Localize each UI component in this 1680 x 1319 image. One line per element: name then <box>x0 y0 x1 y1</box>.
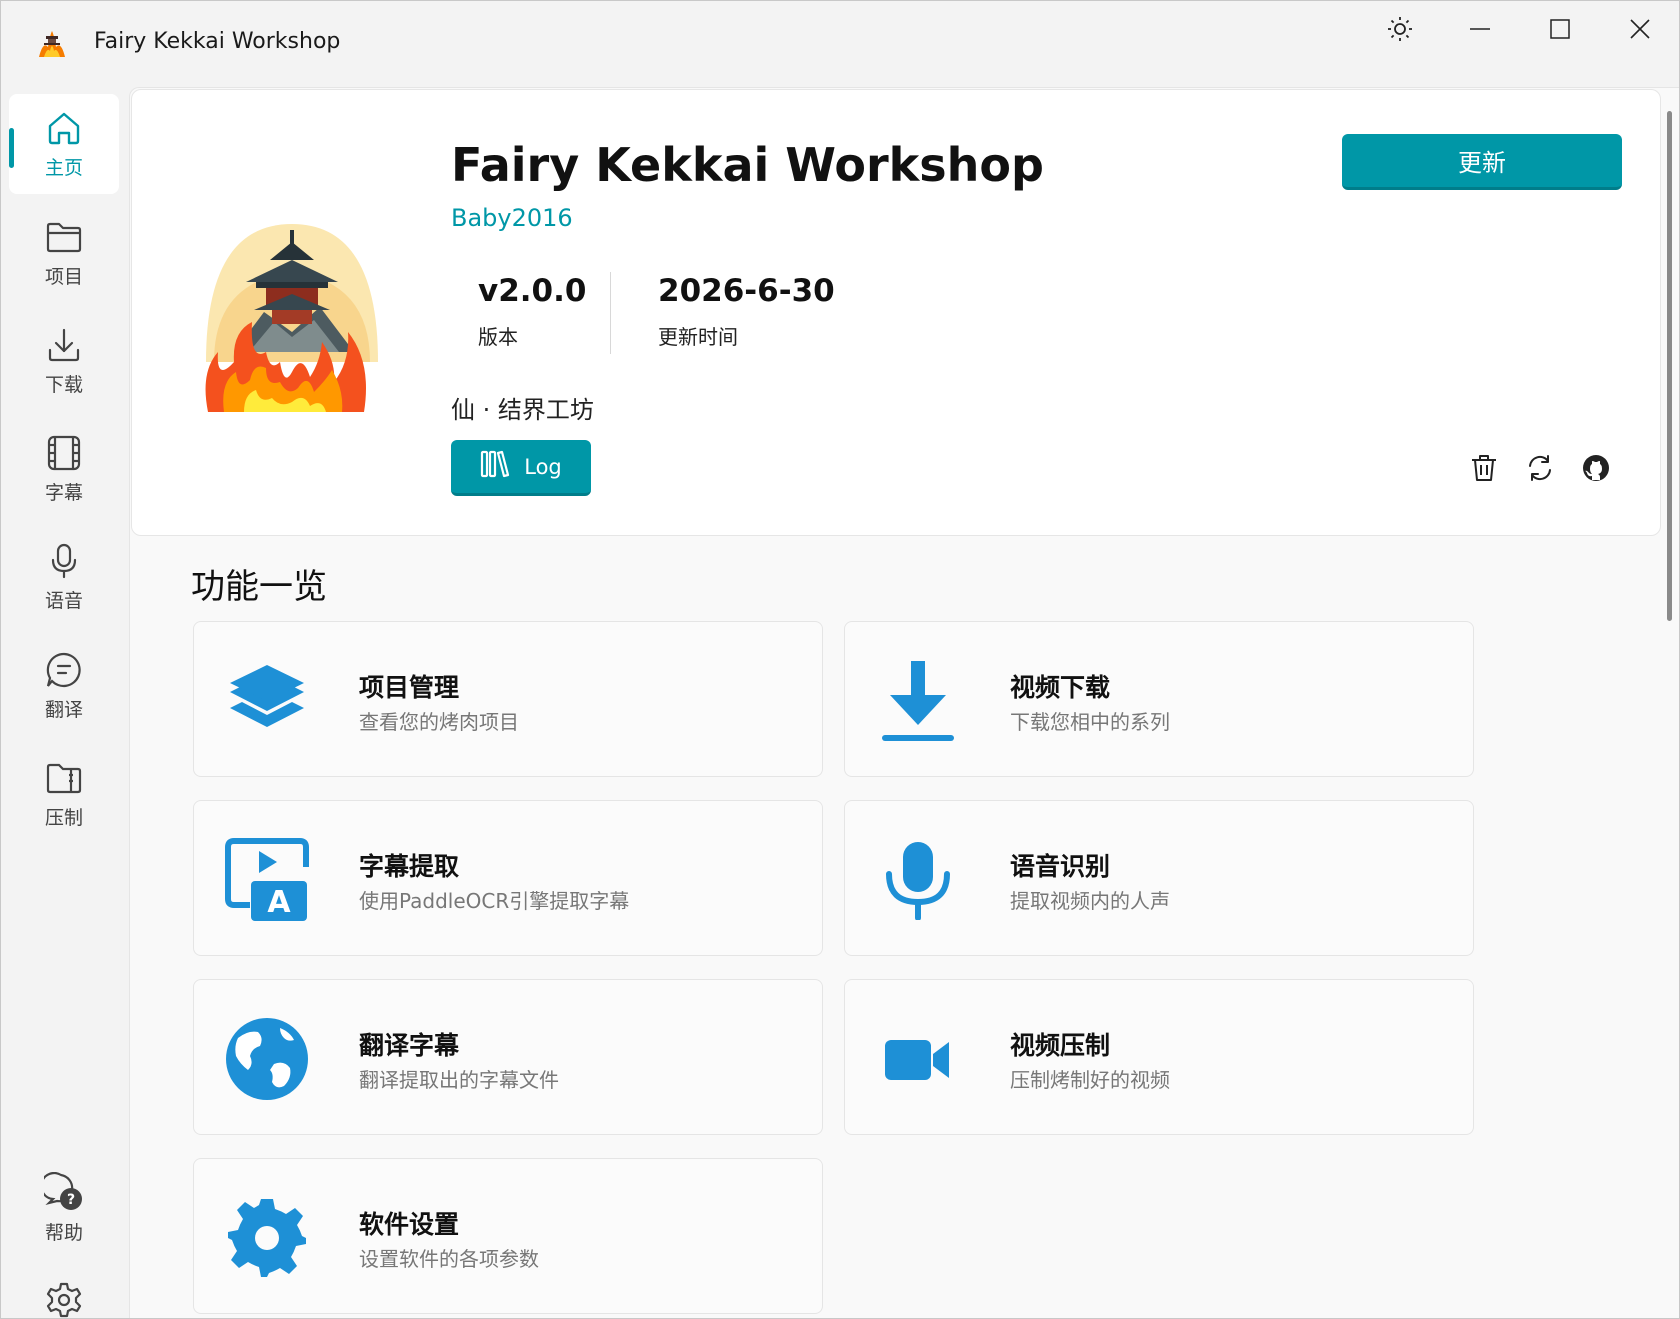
stat-divider <box>610 272 611 354</box>
film-icon <box>45 434 83 472</box>
microphone-icon <box>875 837 961 923</box>
sidebar-item-label: 下载 <box>44 373 83 396</box>
card-title: 语音识别 <box>1010 852 1111 881</box>
download-arrow-icon <box>875 658 961 744</box>
sidebar-item-subtitles[interactable]: 字幕 <box>9 419 119 519</box>
folder-icon <box>45 218 83 256</box>
feature-card-translate[interactable]: 翻译字幕 翻译提取出的字幕文件 <box>193 979 823 1135</box>
settings-gear-icon <box>224 1195 310 1281</box>
card-description: 使用PaddleOCR引擎提取字幕 <box>359 889 630 913</box>
app-name-heading: Fairy Kekkai Workshop <box>451 138 1044 192</box>
minimize-icon <box>1469 27 1491 31</box>
sidebar-item-settings[interactable]: 设置 <box>9 1266 119 1319</box>
sidebar-item-voice[interactable]: 语音 <box>9 527 119 627</box>
globe-icon <box>224 1016 310 1102</box>
log-button-label: Log <box>524 454 562 479</box>
video-camera-icon <box>875 1016 961 1102</box>
update-date-value: 2026-6-30 <box>658 273 835 309</box>
feature-card-projects[interactable]: 项目管理 查看您的烤肉项目 <box>193 621 823 777</box>
library-icon <box>480 450 510 483</box>
feature-card-subtitle-extract[interactable]: A 字幕提取 使用PaddleOCR引擎提取字幕 <box>193 800 823 956</box>
sidebar-item-label: 翻译 <box>44 698 83 721</box>
update-button-label: 更新 <box>1458 149 1506 177</box>
sidebar-item-help[interactable]: ? 帮助 <box>9 1158 119 1258</box>
sidebar-item-label: 语音 <box>44 589 83 612</box>
trash-icon <box>1471 454 1497 486</box>
sidebar-item-translate[interactable]: 翻译 <box>9 636 119 736</box>
feature-card-download[interactable]: 视频下载 下载您相中的系列 <box>844 621 1474 777</box>
chat-icon <box>45 651 83 689</box>
sidebar-item-projects[interactable]: 项目 <box>9 203 119 303</box>
card-description: 压制烤制好的视频 <box>1010 1068 1170 1092</box>
close-button[interactable] <box>1610 11 1670 47</box>
window-title: Fairy Kekkai Workshop <box>94 29 341 54</box>
app-window: Fairy Kekkai Workshop 主页 项目 下载 字幕 语音 翻译 … <box>0 0 1680 1319</box>
sidebar-item-encode[interactable]: 压制 <box>9 744 119 844</box>
sun-icon <box>1387 16 1413 42</box>
maximize-button[interactable] <box>1530 11 1590 47</box>
home-icon <box>45 109 83 147</box>
card-title: 字幕提取 <box>359 852 460 881</box>
sidebar-item-home[interactable]: 主页 <box>9 94 119 194</box>
feature-card-encode[interactable]: 视频压制 压制烤制好的视频 <box>844 979 1474 1135</box>
update-date-stat: 2026-6-30 更新时间 <box>658 273 835 350</box>
version-stat: v2.0.0 版本 <box>478 273 586 350</box>
card-title: 翻译字幕 <box>359 1031 460 1060</box>
help-icon: ? <box>44 1171 84 1212</box>
sidebar-item-download[interactable]: 下载 <box>9 311 119 411</box>
card-title: 项目管理 <box>359 673 460 702</box>
sidebar-item-label: 帮助 <box>44 1221 83 1244</box>
card-title: 视频下载 <box>1010 673 1111 702</box>
gear-icon <box>45 1281 83 1319</box>
title-bar: Fairy Kekkai Workshop <box>1 1 1679 87</box>
refresh-button[interactable] <box>1523 453 1557 487</box>
minimize-button[interactable] <box>1450 11 1510 47</box>
close-icon <box>1630 19 1650 39</box>
card-title: 软件设置 <box>359 1210 460 1239</box>
update-button[interactable]: 更新 <box>1342 134 1622 190</box>
app-logo-icon <box>35 27 69 61</box>
theme-toggle-button[interactable] <box>1370 11 1430 47</box>
app-banner-image <box>194 212 390 412</box>
svg-text:A: A <box>267 885 291 920</box>
archive-icon <box>45 759 83 797</box>
card-description: 查看您的烤肉项目 <box>359 710 519 734</box>
sidebar: 主页 项目 下载 字幕 语音 翻译 压制 ? 帮助 <box>1 87 129 1319</box>
github-button[interactable] <box>1579 453 1613 487</box>
author-link[interactable]: Baby2016 <box>451 204 573 232</box>
card-description: 设置软件的各项参数 <box>359 1247 539 1271</box>
card-title: 视频压制 <box>1010 1031 1111 1060</box>
version-label: 版本 <box>478 325 518 349</box>
app-subtitle: 仙 · 结界工坊 <box>451 396 594 424</box>
github-icon <box>1582 454 1610 486</box>
update-date-label: 更新时间 <box>658 325 738 349</box>
maximize-icon <box>1550 19 1570 39</box>
active-indicator <box>9 128 14 168</box>
hero-card: Fairy Kekkai Workshop Baby2016 v2.0.0 版本… <box>131 89 1661 536</box>
sidebar-item-label: 项目 <box>44 265 83 288</box>
card-description: 下载您相中的系列 <box>1010 710 1170 734</box>
svg-text:?: ? <box>67 1192 75 1208</box>
feature-card-voice-recognition[interactable]: 语音识别 提取视频内的人声 <box>844 800 1474 956</box>
version-value: v2.0.0 <box>478 273 587 309</box>
card-description: 翻译提取出的字幕文件 <box>359 1068 559 1092</box>
delete-button[interactable] <box>1467 453 1501 487</box>
download-icon <box>45 326 83 364</box>
vertical-scrollbar[interactable] <box>1667 111 1672 621</box>
sidebar-item-label: 主页 <box>44 156 83 179</box>
sidebar-item-label: 字幕 <box>44 481 83 504</box>
refresh-icon <box>1526 454 1554 486</box>
layers-icon <box>224 658 310 744</box>
features-heading: 功能一览 <box>191 567 327 607</box>
log-button[interactable]: Log <box>451 440 591 496</box>
microphone-icon <box>45 542 83 580</box>
feature-card-settings[interactable]: 软件设置 设置软件的各项参数 <box>193 1158 823 1314</box>
sidebar-item-label: 压制 <box>44 806 83 829</box>
subtitle-extract-icon: A <box>224 837 310 923</box>
card-description: 提取视频内的人声 <box>1010 889 1170 913</box>
